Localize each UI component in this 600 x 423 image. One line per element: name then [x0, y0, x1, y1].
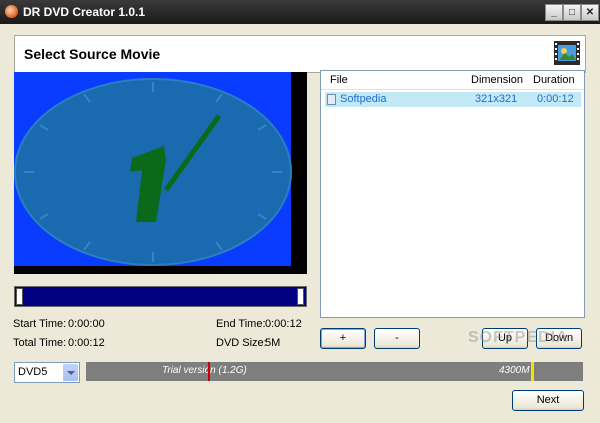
up-button[interactable]: Up: [482, 328, 528, 349]
end-handle[interactable]: [297, 288, 304, 305]
file-list-header: File Dimension Duration: [321, 71, 584, 90]
maximize-button[interactable]: □: [563, 4, 581, 21]
column-duration[interactable]: Duration: [533, 74, 575, 86]
down-button[interactable]: Down: [536, 328, 582, 349]
disc-type-value: DVD5: [18, 366, 48, 378]
start-handle[interactable]: [16, 288, 23, 305]
app-icon: [5, 5, 18, 18]
file-name: Softpedia: [340, 93, 387, 105]
file-dimension: 321x321: [475, 93, 518, 105]
preview-frame: [14, 72, 292, 266]
timeline-slider[interactable]: [14, 286, 307, 307]
video-preview: [14, 72, 307, 274]
disc-capacity-bar: Trial version (1.2G) 4300M: [86, 362, 583, 381]
main-content: Select Source Movie Start Time: 0:00:00 …: [2, 24, 598, 421]
column-dimension[interactable]: Dimension: [471, 74, 523, 86]
next-button[interactable]: Next: [512, 390, 584, 411]
file-list[interactable]: File Dimension Duration Softpedia 321x32…: [320, 70, 585, 318]
column-file[interactable]: File: [330, 74, 348, 86]
total-time-label: Total Time:: [13, 337, 67, 349]
trial-label: Trial version (1.2G): [162, 365, 247, 376]
start-time-value: 0:00:00: [68, 318, 105, 330]
capacity-marker: [531, 362, 534, 381]
page-title: Select Source Movie: [24, 46, 161, 62]
end-time-value: 0:00:12: [265, 318, 302, 330]
table-row[interactable]: Softpedia 321x321 0:00:12: [325, 92, 581, 107]
end-time-label: End Time:: [216, 318, 266, 330]
file-duration: 0:00:12: [537, 93, 574, 105]
capacity-label: 4300M: [499, 365, 530, 376]
remove-button[interactable]: -: [374, 328, 420, 349]
file-icon: [327, 94, 336, 105]
start-time-label: Start Time:: [13, 318, 67, 330]
chevron-down-icon[interactable]: [63, 364, 78, 381]
dvd-size-value: 5M: [265, 337, 281, 349]
title-bar[interactable]: DR DVD Creator 1.0.1 _ □ ✕: [0, 0, 600, 24]
minimize-button[interactable]: _: [545, 4, 563, 21]
window-title: DR DVD Creator 1.0.1: [23, 5, 146, 19]
close-button[interactable]: ✕: [581, 4, 599, 21]
add-button[interactable]: +: [320, 328, 366, 349]
dvd-size-label: DVD Size:: [216, 337, 267, 349]
disc-type-select[interactable]: DVD5: [14, 362, 80, 383]
film-icon: [554, 41, 580, 65]
header-panel: Select Source Movie: [14, 35, 586, 73]
total-time-value: 0:00:12: [68, 337, 105, 349]
trial-limit-marker: [208, 362, 210, 381]
